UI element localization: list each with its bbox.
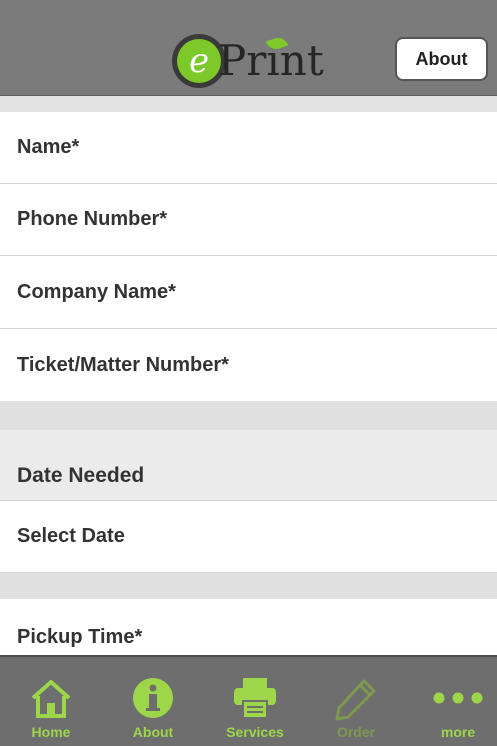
bottom-tab-bar: Home About Services Order more — [0, 655, 497, 746]
tab-about[interactable]: About — [103, 657, 203, 746]
section-gap — [0, 401, 497, 430]
printer-icon — [234, 678, 276, 719]
name-field-label: Name* — [17, 136, 80, 158]
company-name-field[interactable]: Company Name* — [0, 256, 497, 329]
pickup-time-label: Pickup Time* — [17, 626, 143, 648]
more-dots-icon — [433, 692, 483, 704]
info-icon — [133, 678, 173, 718]
company-name-field-label: Company Name* — [17, 280, 176, 303]
top-gap — [0, 96, 497, 112]
tab-order[interactable]: Order — [306, 657, 406, 746]
about-button[interactable]: About — [395, 37, 488, 81]
tab-more[interactable]: more — [408, 657, 497, 746]
phone-number-field[interactable]: Phone Number* — [0, 184, 497, 256]
select-date-label: Select Date — [17, 525, 125, 547]
top-navigation-bar: e Print About — [0, 0, 497, 96]
select-date-field[interactable]: Select Date — [0, 501, 497, 573]
home-icon — [31, 680, 71, 718]
pencil-icon — [335, 679, 376, 721]
section-gap-2 — [0, 573, 497, 599]
tab-services[interactable]: Services — [205, 657, 305, 746]
ticket-matter-number-field-label: Ticket/Matter Number* — [17, 353, 229, 376]
phone-number-field-label: Phone Number* — [17, 208, 168, 230]
tab-home-label: Home — [31, 724, 71, 740]
date-needed-header: Date Needed — [0, 430, 497, 501]
tab-order-label: Order — [336, 724, 376, 740]
tab-about-label: About — [132, 724, 174, 740]
tab-services-label: Services — [226, 724, 284, 740]
name-field[interactable]: Name* — [0, 112, 497, 184]
tab-more-label: more — [440, 724, 476, 740]
eprint-logo: e Print — [172, 34, 332, 90]
logo-e: e — [177, 39, 221, 83]
ticket-matter-number-field[interactable]: Ticket/Matter Number* — [0, 329, 497, 401]
tab-home[interactable]: Home — [1, 657, 101, 746]
pickup-time-field[interactable]: Pickup Time* — [0, 599, 497, 655]
